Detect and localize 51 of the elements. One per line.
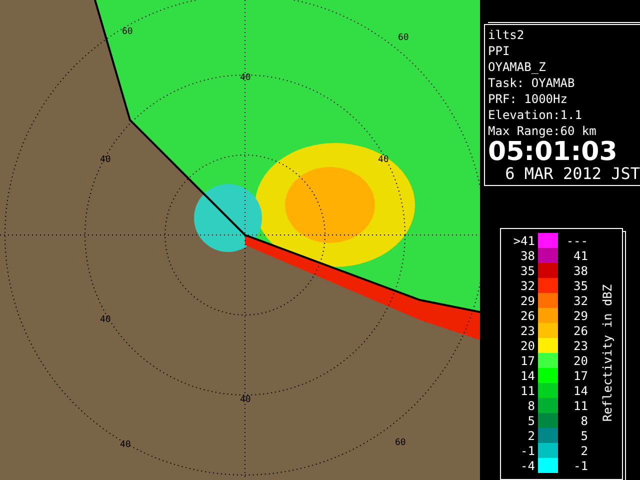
info-text: PPI [488,43,511,59]
legend-value: 20 [572,354,589,368]
legend-value: -1 [520,444,536,458]
legend-value: -1 [572,458,589,472]
legend-value: 5 [526,414,536,428]
legend-value: -4 [520,458,536,472]
range-label: 40 [378,155,389,165]
range-label: 40 [240,73,251,83]
legend-value: 17 [572,368,589,382]
legend-value: 38 [520,248,536,262]
legend-value: 38 [572,264,589,278]
info-text: Task: OYAMAB [488,75,576,91]
legend-value: 8 [580,414,589,428]
legend-value: 2 [580,444,589,458]
legend-value: 23 [572,338,589,352]
legend-value: 20 [520,338,536,352]
range-label: 40 [100,155,111,165]
legend-value: 8 [526,398,536,412]
legend-value: 29 [520,294,536,308]
legend-value: 35 [572,278,589,292]
legend-value: 2 [526,428,536,442]
range-label: 40 [120,440,131,450]
legend-value: 26 [572,324,589,338]
legend-value: --- [565,234,589,248]
legend-value: 23 [520,324,536,338]
legend-value: 14 [520,368,536,382]
time-text: 05:01:03 [488,139,618,165]
info-text: Elevation:1.1 [488,107,583,123]
range-label: 40 [100,315,111,325]
legend-value: 11 [520,384,536,398]
legend-value: 26 [520,308,536,322]
legend-value: 32 [520,278,536,292]
legend-value: >41 [512,234,536,248]
info-text: OYAMAB_Z [488,59,547,75]
legend-value: 29 [572,308,589,322]
legend-title: Reflectivity in dBZ [601,284,615,422]
info-text: ilts2 [488,27,526,43]
legend-value: 35 [520,264,536,278]
info-text: Max Range:60 km [488,123,598,139]
range-label: 40 [240,395,251,405]
legend-value: 41 [572,248,589,262]
legend-value: 32 [572,294,589,308]
date-text: 6 MAR 2012 JST [504,165,640,183]
legend-value: 5 [580,428,589,442]
legend-value: 17 [520,354,536,368]
legend-value: 11 [572,398,589,412]
legend-value: 14 [572,384,589,398]
range-label: 60 [395,438,406,448]
info-text: PRF: 1000Hz [488,91,568,107]
range-label: 60 [122,27,133,37]
range-label: 60 [398,33,409,43]
